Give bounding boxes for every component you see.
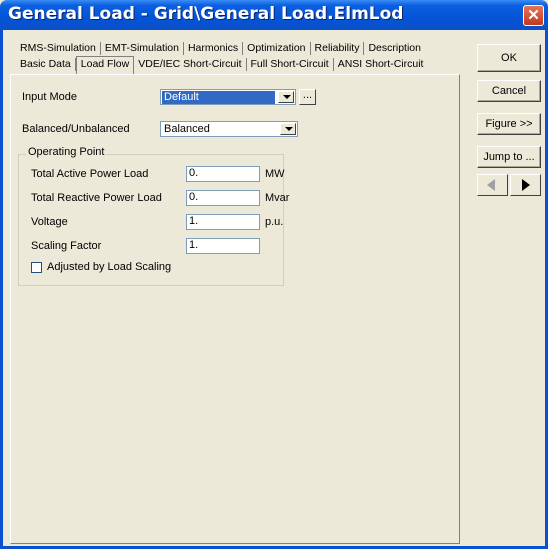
voltage-label: Voltage: [31, 216, 68, 228]
active-power-input[interactable]: 0.: [186, 166, 260, 182]
input-mode-select[interactable]: Default: [160, 89, 296, 105]
reactive-power-unit: Mvar: [265, 192, 290, 204]
tab-reliability[interactable]: Reliability: [311, 42, 365, 55]
close-button[interactable]: ✕: [523, 5, 544, 26]
tab-emt-simulation[interactable]: EMT-Simulation: [101, 42, 184, 55]
cancel-button[interactable]: Cancel: [477, 80, 541, 102]
tab-row-1: RMS-Simulation EMT-Simulation Harmonics Opt…: [16, 42, 425, 56]
reactive-power-input[interactable]: 0.: [186, 190, 260, 206]
operating-point-title: Operating Point: [26, 146, 107, 158]
active-power-label: Total Active Power Load: [31, 168, 149, 180]
tab-panel: [10, 74, 460, 544]
next-button[interactable]: [510, 174, 541, 196]
voltage-input[interactable]: 1.: [186, 214, 260, 230]
scaling-factor-input[interactable]: 1.: [186, 238, 260, 254]
tab-row-2: Basic Data Load Flow VDE/IEC Short-Circuit…: [16, 56, 428, 74]
scaling-factor-label: Scaling Factor: [31, 240, 102, 252]
tab-vde-iec-short-circuit[interactable]: VDE/IEC Short-Circuit: [134, 58, 247, 71]
balanced-select[interactable]: Balanced: [160, 121, 298, 137]
tab-harmonics[interactable]: Harmonics: [184, 42, 244, 55]
tab-ansi-short-circuit[interactable]: ANSI Short-Circuit: [334, 58, 428, 71]
chevron-down-icon: [278, 91, 294, 103]
adjusted-by-load-scaling-label: Adjusted by Load Scaling: [47, 261, 172, 273]
input-mode-label: Input Mode: [22, 91, 78, 103]
tab-optimization[interactable]: Optimization: [243, 42, 311, 55]
figure-button[interactable]: Figure >>: [477, 113, 541, 135]
adjusted-by-load-scaling-checkbox[interactable]: [31, 262, 42, 273]
tab-load-flow[interactable]: Load Flow: [75, 56, 135, 74]
tab-basic-data[interactable]: Basic Data: [16, 58, 76, 71]
tab-rms-simulation[interactable]: RMS-Simulation: [16, 42, 101, 55]
window-title: General Load - Grid\General Load.ElmLod: [8, 4, 404, 24]
triangle-right-icon: [522, 179, 530, 191]
jump-to-button[interactable]: Jump to ...: [477, 146, 541, 168]
tab-description[interactable]: Description: [364, 42, 425, 55]
chevron-down-icon: [280, 123, 296, 135]
input-mode-ellipsis-button[interactable]: ...: [299, 89, 316, 105]
ok-button[interactable]: OK: [477, 44, 541, 72]
title-bar: General Load - Grid\General Load.ElmLod …: [0, 0, 548, 30]
triangle-left-icon: [487, 179, 495, 191]
active-power-unit: MW: [265, 168, 285, 180]
tab-full-short-circuit[interactable]: Full Short-Circuit: [247, 58, 334, 71]
previous-button[interactable]: [477, 174, 508, 196]
voltage-unit: p.u.: [265, 216, 284, 228]
balanced-label: Balanced/Unbalanced: [22, 123, 130, 135]
reactive-power-label: Total Reactive Power Load: [31, 192, 162, 204]
